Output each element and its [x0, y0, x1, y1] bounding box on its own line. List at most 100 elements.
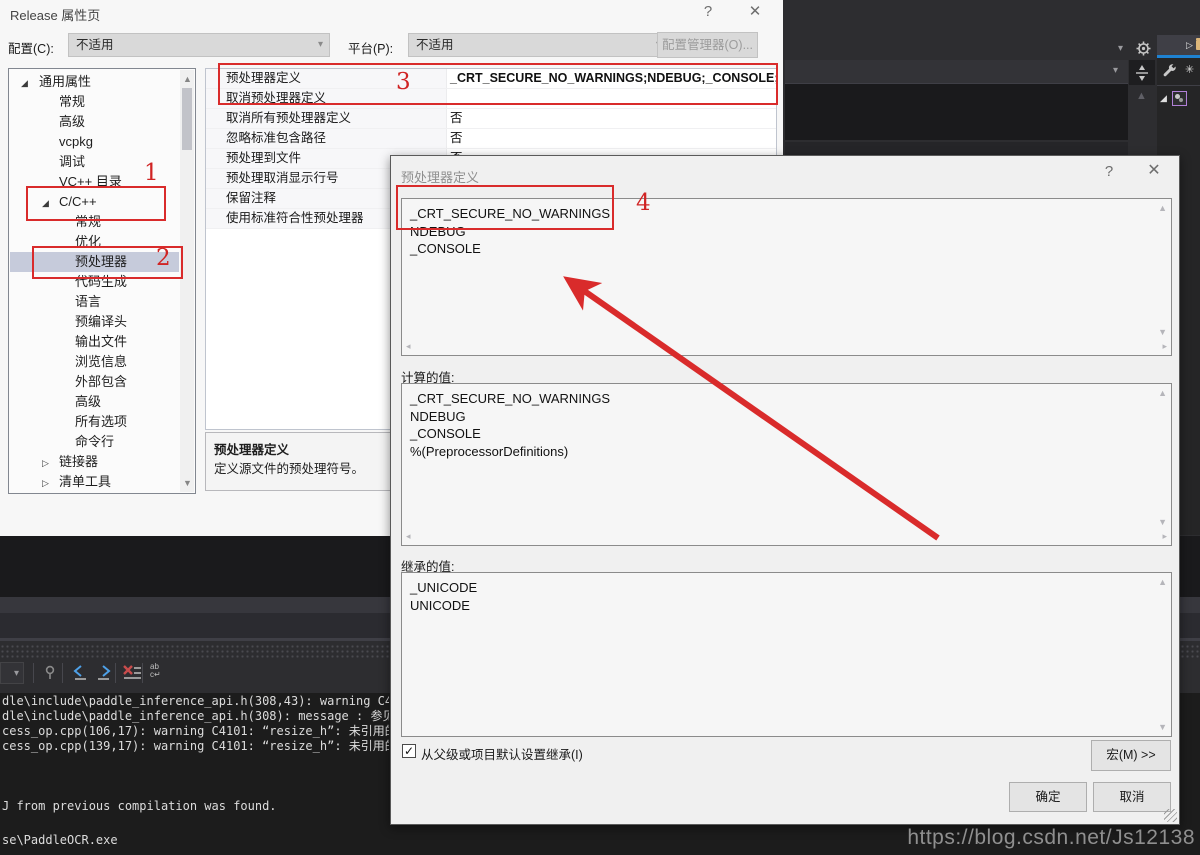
output-line: dle\include\paddle_inference_api.h(308,4…: [2, 694, 389, 709]
output-source-combo[interactable]: ▾: [0, 662, 24, 684]
evaluated-values: _CRT_SECURE_NO_WARNINGS NDEBUG _CONSOLE …: [410, 390, 610, 460]
close-icon[interactable]: ✕: [742, 2, 768, 22]
scroll-down-icon[interactable]: ▼: [1158, 722, 1167, 732]
tree-item[interactable]: vcpkg: [10, 132, 179, 152]
tree-expander-icon[interactable]: ▷: [42, 453, 49, 473]
grid-row-value[interactable]: 否: [447, 129, 776, 148]
scroll-left-icon[interactable]: ◂: [406, 531, 411, 542]
tree-item[interactable]: 浏览信息: [10, 352, 179, 372]
scroll-right-icon[interactable]: ▸: [1162, 531, 1167, 542]
pm-folder-row[interactable]: ▷: [1157, 35, 1200, 55]
pm-folder-expander-icon[interactable]: ▷: [1186, 35, 1193, 55]
preprocessor-definitions-dialog: 预处理器定义 ? ✕ _CRT_SECURE_NO_WARNINGS NDEBU…: [390, 155, 1180, 825]
clear-all-icon[interactable]: [122, 663, 142, 681]
toolbar-separator: [142, 663, 143, 683]
gear-icon[interactable]: [1136, 41, 1151, 56]
tree-item[interactable]: 预编译头: [10, 312, 179, 332]
help-icon[interactable]: ?: [695, 2, 721, 22]
split-editor-icon[interactable]: [1129, 60, 1155, 85]
dialog-close-icon[interactable]: ✕: [1141, 161, 1167, 181]
scroll-down-icon[interactable]: ▼: [1158, 517, 1167, 527]
tree-expander-icon[interactable]: ◢: [21, 73, 28, 93]
description-text: 定义源文件的预处理符号。: [214, 458, 364, 477]
tree-item[interactable]: 命令行: [10, 432, 179, 452]
property-manager-toolbar: ✳: [1157, 58, 1200, 86]
grid-row[interactable]: 取消所有预处理器定义 否: [206, 109, 776, 129]
inherit-checkbox-label: 从父级或项目默认设置继承(I): [421, 744, 583, 763]
tree-item[interactable]: ▷ 链接器: [10, 452, 179, 472]
inherited-values-box[interactable]: _UNICODE UNICODE ▲ ▼: [401, 572, 1172, 737]
scroll-right-icon[interactable]: ▸: [1162, 341, 1167, 352]
toolbar-separator: [62, 663, 63, 683]
dialog-title: 预处理器定义: [401, 167, 479, 186]
tree-item-label: vcpkg: [10, 134, 93, 149]
wrench-icon[interactable]: [1162, 63, 1178, 79]
ok-button[interactable]: 确定: [1009, 782, 1087, 812]
screenshot-root: ▾ ▾ ▲ 属性管理器 ✳ ◢: [0, 0, 1200, 855]
watermark: https://blog.csdn.net/Js12138: [907, 826, 1195, 850]
config-label: 配置(C):: [8, 38, 54, 57]
navbar-dropdown-icon[interactable]: ▾: [1113, 66, 1118, 76]
previous-message-icon[interactable]: [71, 663, 89, 681]
tree-item-label: 语言: [10, 294, 101, 309]
tree-item[interactable]: 高级: [10, 112, 179, 132]
scroll-left-icon[interactable]: ◂: [406, 341, 411, 352]
toolbar-separator: [115, 663, 116, 683]
scroll-up-icon[interactable]: ▲: [1158, 203, 1167, 213]
combo-arrow-icon: ▾: [14, 669, 19, 679]
macros-button[interactable]: 宏(M) >>: [1091, 740, 1171, 771]
configuration-value: 不适用: [76, 38, 114, 52]
tree-scrollbar[interactable]: ▲ ▼: [180, 70, 194, 492]
window-title: Release 属性页: [10, 5, 100, 24]
dialog-help-icon[interactable]: ?: [1096, 162, 1122, 182]
output-line: dle\include\paddle_inference_api.h(308):…: [2, 709, 389, 724]
tree-item[interactable]: 语言: [10, 292, 179, 312]
grid-row[interactable]: 忽略标准包含路径 否: [206, 129, 776, 149]
platform-combo[interactable]: 不适用 ▾: [408, 33, 668, 57]
cancel-button[interactable]: 取消: [1093, 782, 1171, 812]
next-message-icon[interactable]: [95, 663, 113, 681]
tree-item-label: 调试: [10, 154, 85, 169]
configuration-manager-button[interactable]: 配置管理器(O)...: [657, 32, 758, 58]
tree-item[interactable]: ◢ 通用属性: [10, 72, 179, 92]
description-title: 预处理器定义: [214, 439, 289, 458]
tree-item-label: 输出文件: [10, 334, 127, 349]
tree-item[interactable]: 所有选项: [10, 412, 179, 432]
scroll-down-icon[interactable]: ▼: [183, 478, 192, 488]
tree-item-label: 所有选项: [10, 414, 127, 429]
platform-label: 平台(P):: [348, 38, 393, 57]
pin-output-icon[interactable]: [42, 664, 59, 681]
configuration-combo[interactable]: 不适用 ▾: [68, 33, 330, 57]
editor-scroll-up-icon[interactable]: ▲: [1136, 90, 1147, 102]
tree-item[interactable]: ▷ 清单工具: [10, 472, 179, 492]
grid-row-label: 忽略标准包含路径: [206, 129, 447, 148]
tree-item[interactable]: 常规: [10, 92, 179, 112]
editor-strip: [785, 142, 1128, 155]
scrollbar-thumb[interactable]: [182, 88, 192, 150]
output-line: cess_op.cpp(106,17): warning C4101: “res…: [2, 724, 389, 739]
scroll-up-icon[interactable]: ▲: [183, 74, 192, 84]
tree-item[interactable]: 输出文件: [10, 332, 179, 352]
grid-row-value[interactable]: 否: [447, 109, 776, 128]
pm-project-row[interactable]: ◢: [1157, 88, 1200, 108]
scroll-down-icon[interactable]: ▼: [1158, 327, 1167, 337]
pm-expander-icon[interactable]: ◢: [1160, 88, 1167, 108]
window-dropdown-icon[interactable]: ▾: [1118, 44, 1123, 54]
tree-items: ◢ 通用属性 常规 高级 vcpkg: [10, 72, 179, 492]
scroll-up-icon[interactable]: ▲: [1158, 577, 1167, 587]
inherit-checkbox[interactable]: ✓: [402, 744, 416, 758]
tree-item[interactable]: 高级: [10, 392, 179, 412]
word-wrap-icon[interactable]: abc↵: [150, 663, 161, 679]
output-line: cess_op.cpp(139,17): warning C4101: “res…: [2, 739, 389, 754]
evaluated-values-box[interactable]: _CRT_SECURE_NO_WARNINGS NDEBUG _CONSOLE …: [401, 383, 1172, 546]
scroll-up-icon[interactable]: ▲: [1158, 388, 1167, 398]
tree-item-label: 浏览信息: [10, 354, 127, 369]
tree-item-label: 外部包含: [10, 374, 127, 389]
editor-area: [785, 84, 1128, 140]
tree-expander-icon[interactable]: ▷: [42, 473, 49, 493]
resize-grip[interactable]: [1164, 809, 1177, 822]
annotation-number-3: 3: [396, 69, 411, 95]
add-property-sheet-icon[interactable]: ✳: [1185, 63, 1194, 76]
tree-item-label: 高级: [10, 394, 101, 409]
tree-item[interactable]: 外部包含: [10, 372, 179, 392]
